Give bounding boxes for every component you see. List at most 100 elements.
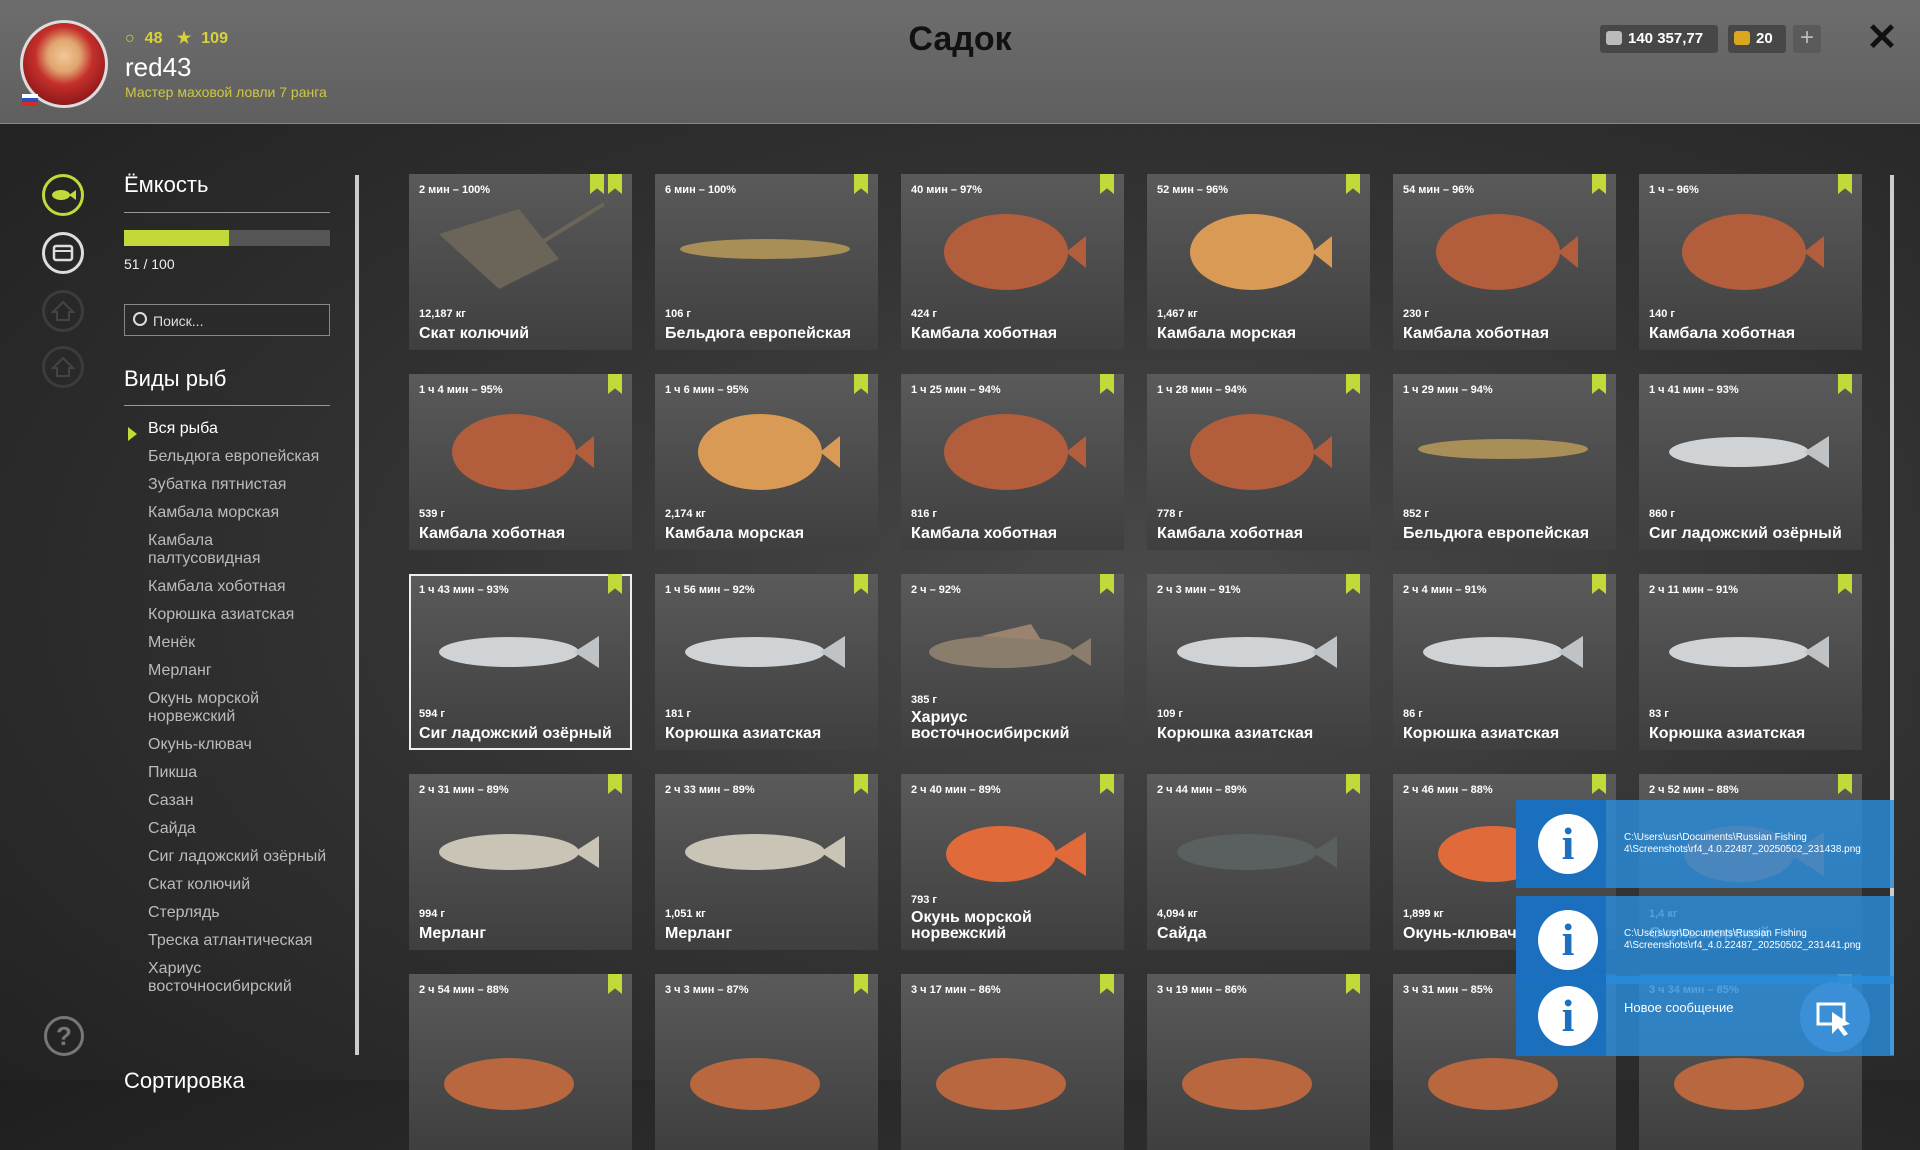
- fish-card[interactable]: 3 ч 19 мин – 86%: [1147, 974, 1370, 1150]
- species-item[interactable]: Камбала морская: [148, 504, 328, 522]
- fish-card[interactable]: 40 мин – 97% 424 г Камбала хоботная: [901, 174, 1124, 350]
- catch-time: 2 ч – 92%: [911, 584, 961, 596]
- base-tab[interactable]: [42, 346, 84, 388]
- catch-time: 1 ч – 96%: [1649, 184, 1699, 196]
- species-item[interactable]: Стерлядь: [148, 904, 328, 922]
- catch-time: 2 ч 52 мин – 88%: [1649, 784, 1739, 796]
- keepnet-tab[interactable]: [42, 174, 84, 216]
- fish-card[interactable]: 2 ч 3 мин – 91% 109 г Корюшка азиатская: [1147, 574, 1370, 750]
- species-item[interactable]: Хариус восточносибирский: [148, 960, 328, 996]
- fish-card[interactable]: 2 ч 11 мин – 91% 83 г Корюшка азиатская: [1639, 574, 1862, 750]
- fish-name: Мерланг: [419, 925, 486, 942]
- cursor-mode-button[interactable]: [1800, 982, 1870, 1052]
- fish-name: Камбала хоботная: [1649, 325, 1796, 342]
- fish-card[interactable]: 1 ч 28 мин – 94% 778 г Камбала хоботная: [1147, 374, 1370, 550]
- fish-card[interactable]: 2 ч – 92% 385 г Хариус восточносибирский: [901, 574, 1124, 750]
- add-gold-button[interactable]: +: [1793, 25, 1821, 53]
- cursor-icon: [1816, 1002, 1850, 1036]
- fish-name: Бельдюга европейская: [665, 325, 852, 342]
- fish-image: [1436, 214, 1578, 290]
- notification[interactable]: i C:\Users\usr\Documents\Russian Fishing…: [1516, 896, 1894, 984]
- species-item[interactable]: Сиг ладожский озёрный: [148, 848, 328, 866]
- species-item[interactable]: Скат колючий: [148, 876, 328, 894]
- catch-time: 1 ч 6 мин – 95%: [665, 384, 749, 396]
- fish-image: [1423, 636, 1583, 668]
- fish-card[interactable]: 1 ч 25 мин – 94% 816 г Камбала хоботная: [901, 374, 1124, 550]
- catch-time: 1 ч 29 мин – 94%: [1403, 384, 1493, 396]
- trophy-tab[interactable]: [42, 290, 84, 332]
- close-button[interactable]: ✕: [1864, 18, 1900, 58]
- species-item[interactable]: Вся рыба: [148, 420, 328, 438]
- fish-card[interactable]: 54 мин – 96% 230 г Камбала хоботная: [1393, 174, 1616, 350]
- catch-time: 1 ч 41 мин – 93%: [1649, 384, 1739, 396]
- fish-card[interactable]: 3 ч 3 мин – 87%: [655, 974, 878, 1150]
- fish-card[interactable]: 2 ч 40 мин – 89% 793 г Окунь морской норве…: [901, 774, 1124, 950]
- fish-card[interactable]: 1 ч 29 мин – 94% 852 г Бельдюга европейска…: [1393, 374, 1616, 550]
- catch-time: 3 ч 19 мин – 86%: [1157, 984, 1247, 996]
- species-item[interactable]: Бельдюга европейская: [148, 448, 328, 466]
- capacity-title: Ёмкость: [124, 172, 209, 197]
- fish-weight: 109 г: [1157, 708, 1183, 720]
- help-button[interactable]: ?: [44, 1016, 84, 1056]
- catch-time: 3 ч 3 мин – 87%: [665, 984, 749, 996]
- info-icon: i: [1538, 910, 1598, 970]
- fish-card[interactable]: 1 ч 4 мин – 95% 539 г Камбала хоботная: [409, 374, 632, 550]
- species-item[interactable]: Мерланг: [148, 662, 328, 680]
- selected-arrow-icon: [128, 427, 137, 441]
- fish-card[interactable]: 1 ч – 96% 140 г Камбала хоботная: [1639, 174, 1862, 350]
- fish-icon: [52, 190, 76, 200]
- search-input[interactable]: [151, 309, 325, 333]
- cooler-tab[interactable]: [42, 232, 84, 274]
- species-item[interactable]: Сайда: [148, 820, 328, 838]
- catch-time: 2 ч 46 мин – 88%: [1403, 784, 1493, 796]
- sort-title: Сортировка: [124, 1068, 245, 1093]
- fish-weight: 12,187 кг: [419, 308, 466, 320]
- species-item[interactable]: Окунь-клювач: [148, 736, 328, 754]
- notification[interactable]: i C:\Users\usr\Documents\Russian Fishing…: [1516, 800, 1894, 888]
- fish-card[interactable]: 1 ч 41 мин – 93% 860 г Сиг ладожский озёрн…: [1639, 374, 1862, 550]
- fish-weight: 4,094 кг: [1157, 908, 1198, 920]
- fish-card[interactable]: 2 мин – 100% 12,187 кг Скат колючий: [409, 174, 632, 350]
- fish-image: [439, 636, 599, 668]
- fish-name: Камбала хоботная: [911, 325, 1058, 342]
- fish-weight: 1,899 кг: [1403, 908, 1444, 920]
- species-item[interactable]: Сазан: [148, 792, 328, 810]
- catch-time: 54 мин – 96%: [1403, 184, 1475, 196]
- species-item[interactable]: Зубатка пятнистая: [148, 476, 328, 494]
- fish-weight: 424 г: [911, 308, 937, 320]
- fish-image: [944, 414, 1086, 490]
- fish-card[interactable]: 2 ч 4 мин – 91% 86 г Корюшка азиатская: [1393, 574, 1616, 750]
- catch-time: 3 ч 31 мин – 85%: [1403, 984, 1493, 996]
- catch-time: 2 ч 11 мин – 91%: [1649, 584, 1739, 596]
- notification-text: C:\Users\usr\Documents\Russian Fishing 4…: [1624, 928, 1861, 951]
- species-item[interactable]: Камбала палтусовидная: [148, 532, 328, 568]
- silver-balance: 140 357,77: [1600, 25, 1718, 53]
- filter-scrollbar[interactable]: [355, 175, 359, 1055]
- search-field[interactable]: [124, 304, 330, 336]
- fish-card[interactable]: 52 мин – 96% 1,467 кг Камбала морская: [1147, 174, 1370, 350]
- species-item[interactable]: Окунь морской норвежский: [148, 690, 328, 726]
- species-item[interactable]: Треска атлантическая: [148, 932, 328, 950]
- species-item[interactable]: Камбала хоботная: [148, 578, 328, 596]
- fish-card[interactable]: 3 ч 17 мин – 86%: [901, 974, 1124, 1150]
- fish-card[interactable]: 2 ч 31 мин – 89% 994 г Мерланг: [409, 774, 632, 950]
- catch-time: 2 ч 31 мин – 89%: [419, 784, 509, 796]
- species-item[interactable]: Корюшка азиатская: [148, 606, 328, 624]
- species-item[interactable]: Менёк: [148, 634, 328, 652]
- fish-image: [698, 414, 840, 490]
- catch-time: 52 мин – 96%: [1157, 184, 1229, 196]
- fish-card[interactable]: 1 ч 43 мин – 93% 594 г Сиг ладожский озёрн…: [409, 574, 632, 750]
- fish-weight: 816 г: [911, 508, 937, 520]
- info-icon: i: [1538, 814, 1598, 874]
- catch-time: 2 ч 44 мин – 89%: [1157, 784, 1247, 796]
- fish-card[interactable]: 1 ч 56 мин – 92% 181 г Корюшка азиатская: [655, 574, 878, 750]
- species-item[interactable]: Пикша: [148, 764, 328, 782]
- fish-card[interactable]: 2 ч 44 мин – 89% 4,094 кг Сайда: [1147, 774, 1370, 950]
- fish-card[interactable]: 2 ч 33 мин – 89% 1,051 кг Мерланг: [655, 774, 878, 950]
- fish-card[interactable]: 2 ч 54 мин – 88%: [409, 974, 632, 1150]
- fish-card[interactable]: 6 мин – 100% 106 г Бельдюга европейская: [655, 174, 878, 350]
- catch-time: 6 мин – 100%: [665, 184, 737, 196]
- fish-name: Камбала хоботная: [1403, 325, 1550, 342]
- notification-text: C:\Users\usr\Documents\Russian Fishing 4…: [1624, 832, 1861, 855]
- fish-card[interactable]: 1 ч 6 мин – 95% 2,174 кг Камбала морская: [655, 374, 878, 550]
